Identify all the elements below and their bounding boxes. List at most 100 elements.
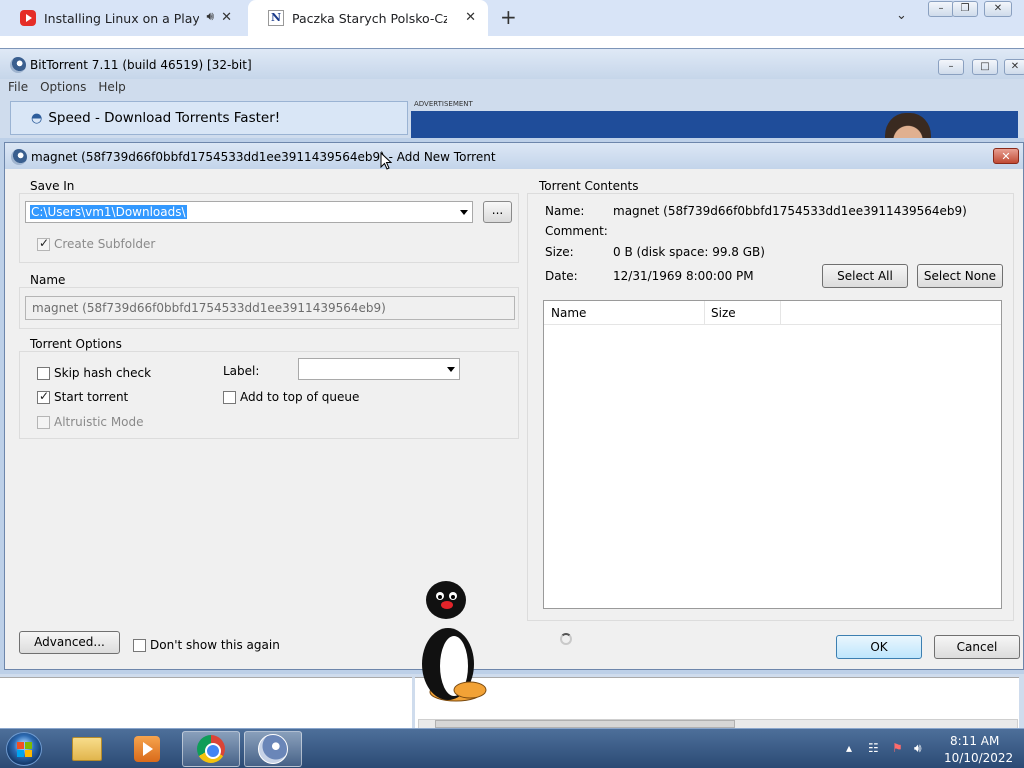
contents-date-key: Date: [545, 269, 578, 283]
checkbox-box [37, 236, 50, 251]
chrome-icon [197, 735, 225, 763]
system-tray: ▴ ☷ ⚑ 🔊︎ 8:11 AM 10/10/2022 [842, 729, 1024, 768]
category-pane [0, 677, 412, 729]
menu-bar: File Options Help [8, 80, 126, 98]
browser-tab-paczka[interactable]: N Paczka Starych Polsko-Czeskich B ✕ [248, 0, 488, 36]
add-to-top-label: Add to top of queue [240, 390, 360, 404]
close-tab-icon[interactable]: ✕ [221, 10, 232, 25]
altruistic-mode-checkbox[interactable]: Altruistic Mode [37, 415, 144, 429]
column-header-name[interactable]: Name [544, 301, 705, 325]
taskbar-chrome[interactable] [182, 731, 240, 767]
tab-title: Paczka Starych Polsko-Czeskich B [292, 10, 447, 26]
label-combobox[interactable] [298, 358, 460, 380]
skip-hash-label: Skip hash check [54, 366, 152, 380]
contents-size-key: Size: [545, 245, 574, 259]
checkbox-box [223, 390, 236, 404]
dialog-title: magnet (58f739d66f0bbfd1754533dd1ee39114… [31, 150, 496, 164]
taskbar-explorer[interactable] [58, 731, 116, 767]
contents-size-value: 0 B (disk space: 99.8 GB) [613, 245, 765, 259]
browse-button[interactable]: ... [483, 201, 512, 223]
save-path-combobox[interactable]: C:\Users\vm1\Downloads\ [25, 201, 473, 223]
restore-icon[interactable]: ❐ [952, 1, 978, 17]
dialog-body: Save In C:\Users\vm1\Downloads\ ... Crea… [11, 169, 1020, 665]
start-torrent-label: Start torrent [54, 390, 129, 404]
bittorrent-logo-icon [10, 57, 26, 73]
mouse-cursor-icon [380, 152, 392, 170]
column-header-size[interactable]: Size [705, 301, 781, 325]
contents-date-value: 12/31/1969 8:00:00 PM [613, 269, 754, 283]
checkbox-box [37, 415, 50, 429]
bittorrent-icon [258, 734, 288, 764]
contents-comment-key: Comment: [545, 224, 608, 238]
save-path-value: C:\Users\vm1\Downloads\ [30, 205, 187, 219]
youtube-icon [20, 10, 36, 26]
add-to-top-checkbox[interactable]: Add to top of queue [223, 390, 359, 404]
loading-spinner-icon [560, 633, 572, 645]
cancel-button[interactable]: Cancel [934, 635, 1020, 659]
torrent-name-field[interactable]: magnet (58f739d66f0bbfd1754533dd1ee39114… [25, 296, 515, 320]
dropdown-arrow-icon[interactable] [447, 367, 455, 372]
show-hidden-icons-icon[interactable]: ▴ [846, 741, 852, 755]
windows-logo-icon [17, 742, 32, 757]
contents-name-key: Name: [545, 204, 585, 218]
checkbox-box [37, 366, 50, 380]
site-favicon-icon: N [268, 10, 284, 26]
window-title: BitTorrent 7.11 (build 46519) [32-bit] [30, 58, 252, 72]
minimize-icon[interactable]: – [928, 1, 954, 17]
close-window-icon[interactable]: ✕ [984, 1, 1012, 17]
advertisement-label: ADVERTISEMENT [414, 100, 473, 108]
menu-help[interactable]: Help [98, 80, 125, 98]
advertisement-banner[interactable] [411, 111, 1018, 141]
ok-button[interactable]: OK [836, 635, 922, 659]
contents-name-value: magnet (58f739d66f0bbfd1754533dd1ee39114… [613, 204, 967, 218]
taskbar-bittorrent[interactable] [244, 731, 302, 767]
speedometer-icon: ◓ [31, 110, 43, 126]
dont-show-again-checkbox[interactable]: Don't show this again [133, 638, 280, 652]
checkbox-box [133, 638, 146, 652]
minimize-icon[interactable]: – [938, 59, 964, 75]
torrent-options-label: Torrent Options [30, 337, 122, 351]
create-subfolder-checkbox[interactable]: Create Subfolder [37, 236, 156, 251]
tab-search-chevron-icon[interactable]: ⌄ [896, 8, 907, 23]
speed-banner[interactable]: ◓ Speed - Download Torrents Faster! [10, 101, 408, 135]
start-button[interactable] [6, 732, 42, 766]
media-player-icon [134, 736, 160, 762]
list-header: Name Size [544, 301, 1001, 325]
save-in-label: Save In [30, 179, 75, 193]
create-subfolder-label: Create Subfolder [54, 237, 156, 251]
taskbar-media-player[interactable] [118, 731, 176, 767]
browser-tab-youtube[interactable]: Installing Linux on a PlayStat 🔊︎ ✕ [0, 0, 244, 36]
windows-taskbar: ▴ ☷ ⚑ 🔊︎ 8:11 AM 10/10/2022 [0, 728, 1024, 768]
menu-options[interactable]: Options [40, 80, 86, 98]
dont-show-again-label: Don't show this again [150, 638, 280, 652]
scrollbar-thumb[interactable] [435, 720, 735, 728]
name-label: Name [30, 273, 66, 287]
close-tab-icon[interactable]: ✕ [465, 10, 476, 25]
select-none-button[interactable]: Select None [917, 264, 1003, 288]
new-tab-plus-icon[interactable]: + [500, 5, 517, 29]
menu-file[interactable]: File [8, 80, 28, 98]
clock-time[interactable]: 8:11 AM [950, 734, 999, 748]
start-torrent-checkbox[interactable]: Start torrent [37, 389, 129, 404]
action-center-flag-icon[interactable]: ⚑ [892, 741, 903, 755]
select-all-button[interactable]: Select All [822, 264, 908, 288]
network-icon[interactable]: ☷ [868, 741, 879, 755]
skip-hash-checkbox[interactable]: Skip hash check [37, 366, 151, 380]
maximize-icon[interactable]: □ [972, 59, 998, 75]
contents-file-list[interactable]: Name Size [543, 300, 1002, 609]
bittorrent-logo-icon [11, 149, 27, 165]
dialog-close-icon[interactable]: ✕ [993, 148, 1019, 164]
speaker-icon[interactable]: 🔊︎ [206, 9, 214, 24]
close-window-icon[interactable]: ✕ [1004, 59, 1024, 75]
ad-person-image [885, 113, 931, 141]
torrent-contents-label: Torrent Contents [539, 179, 639, 193]
tab-title: Installing Linux on a PlayStat [44, 10, 199, 26]
advanced-button[interactable]: Advanced... [19, 631, 120, 654]
browser-toolbar [0, 36, 1024, 48]
dialog-titlebar: magnet (58f739d66f0bbfd1754533dd1ee39114… [5, 143, 1023, 169]
pingu-penguin-icon [422, 581, 487, 702]
volume-icon[interactable]: 🔊︎ [914, 741, 922, 756]
dropdown-arrow-icon[interactable] [460, 210, 468, 215]
clock-date[interactable]: 10/10/2022 [944, 751, 1013, 765]
checkbox-box [37, 389, 50, 404]
